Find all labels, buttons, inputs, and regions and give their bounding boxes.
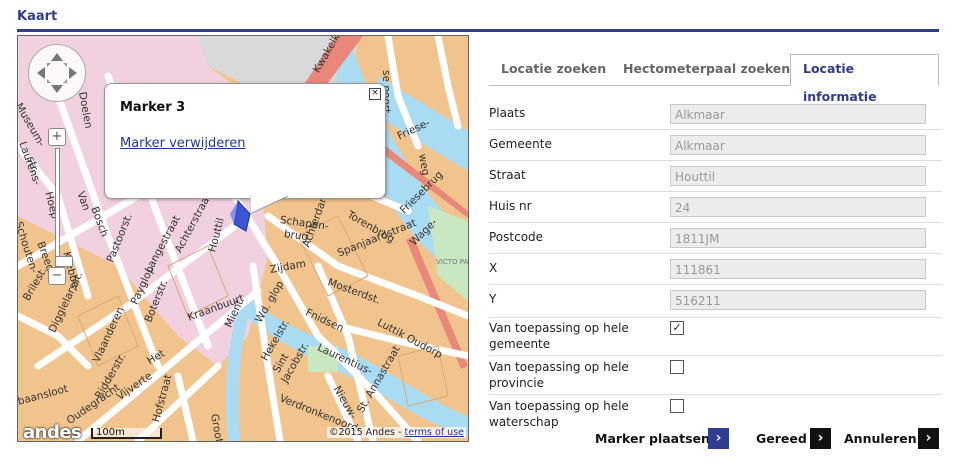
straat-field[interactable]: Houttil <box>670 166 926 186</box>
gemeente-checkbox-label: Van toepassing op hele gemeente <box>489 321 629 351</box>
marker-popup: Marker 3 Marker verwijderen × <box>104 83 386 215</box>
title-divider <box>17 29 939 32</box>
gereed-label: Gereed <box>756 431 807 446</box>
postcode-label: Postcode <box>489 230 544 244</box>
pan-control[interactable] <box>28 44 86 102</box>
straat-label: Straat <box>489 168 526 182</box>
tab-locatie-informatie[interactable]: Locatie informatie <box>790 54 939 104</box>
pan-arrows-icon <box>37 53 77 93</box>
form-row-straat: Straat Houttil <box>489 160 942 192</box>
page-title: Kaart <box>17 9 58 24</box>
remove-marker-link[interactable]: Marker verwijderen <box>120 136 246 151</box>
provincie-checkbox-label: Van toepassing op hele provincie <box>489 360 629 390</box>
postcode-field[interactable]: 1811JM <box>670 228 926 248</box>
plaats-label: Plaats <box>489 106 526 120</box>
close-icon[interactable]: × <box>369 88 381 100</box>
waterschap-checkbox-label: Van toepassing op hele waterschap <box>489 399 629 429</box>
form-row-gemeente-check: Van toepassing op hele gemeente ✓ <box>489 317 942 356</box>
zoom-in-button[interactable]: + <box>48 128 66 146</box>
gereed-button[interactable]: Gereed › <box>756 428 831 450</box>
tab-hectometerpaal-zoeken[interactable]: Hectometerpaal zoeken <box>611 55 802 84</box>
x-field[interactable]: 111861 <box>670 259 926 279</box>
form-row-waterschap-check: Van toepassing op hele waterschap <box>489 394 942 432</box>
gemeente-label: Gemeente <box>489 137 552 151</box>
zoom-slider[interactable] <box>55 148 73 268</box>
map-logo: andes <box>23 422 82 442</box>
copyright-text: ©2015 Andes - <box>328 427 405 438</box>
zoom-control: + − <box>48 128 73 288</box>
action-bar: Marker plaatsen › Gereed › Annuleren › <box>590 428 945 452</box>
street-label: VICTO PARK <box>436 258 469 266</box>
marker-plaatsen-button[interactable]: Marker plaatsen › <box>595 428 729 450</box>
gemeente-field[interactable]: Alkmaar <box>670 135 926 155</box>
form-row-x: X 111861 <box>489 253 942 285</box>
form-row-provincie-check: Van toepassing op hele provincie <box>489 355 942 395</box>
marker-plaatsen-label: Marker plaatsen <box>595 431 710 446</box>
arrow-right-icon: › <box>708 428 729 449</box>
waterschap-checkbox[interactable] <box>670 399 684 413</box>
huisnr-label: Huis nr <box>489 199 532 213</box>
tab-bar: Locatie zoeken Hectometerpaal zoeken Loc… <box>489 54 939 104</box>
y-field[interactable]: 516211 <box>670 290 926 310</box>
map-view[interactable]: Museum- Doelen Laurens- str. Hoep Van Bo… <box>17 35 469 442</box>
popup-pointer <box>250 196 289 215</box>
gemeente-checkbox[interactable]: ✓ <box>670 321 684 335</box>
arrow-right-icon: › <box>810 428 831 449</box>
tab-locatie-zoeken[interactable]: Locatie zoeken <box>489 55 618 84</box>
annuleren-label: Annuleren <box>844 431 917 446</box>
huisnr-field[interactable]: 24 <box>670 197 926 217</box>
zoom-slider-knob[interactable] <box>55 256 73 267</box>
x-label: X <box>489 261 498 275</box>
arrow-right-icon: › <box>918 428 939 449</box>
terms-of-use-link[interactable]: terms of use <box>404 427 464 438</box>
form-row-postcode: Postcode 1811JM <box>489 222 942 254</box>
provincie-checkbox[interactable] <box>670 360 684 374</box>
form-row-huisnr: Huis nr 24 <box>489 191 942 223</box>
zoom-out-button[interactable]: − <box>48 267 66 285</box>
annuleren-button[interactable]: Annuleren › <box>844 428 939 450</box>
form-row-y: Y 516211 <box>489 284 942 318</box>
popup-title: Marker 3 <box>120 100 186 115</box>
map-copyright: ©2015 Andes - terms of use <box>326 427 466 438</box>
map-scale: 100m <box>91 428 162 439</box>
plaats-field[interactable]: Alkmaar <box>670 104 926 124</box>
form-row-gemeente: Gemeente Alkmaar <box>489 129 942 161</box>
y-label: Y <box>489 292 497 306</box>
form-row-plaats: Plaats Alkmaar <box>489 98 942 130</box>
